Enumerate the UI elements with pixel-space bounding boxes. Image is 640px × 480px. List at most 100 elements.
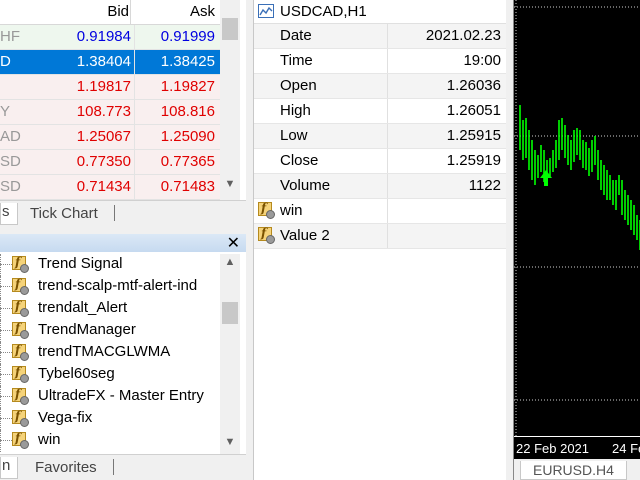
navigator-title-bar: ✕: [0, 234, 246, 252]
tree-line: [0, 430, 1, 452]
navigator-indicator-item[interactable]: f Trend Signal: [0, 254, 220, 276]
close-icon[interactable]: ✕: [227, 234, 240, 253]
data-window-row: Volume 1122: [254, 174, 506, 199]
time-axis-label: 22 Feb 2021: [516, 441, 590, 456]
indicator-name: trendalt_Alert: [38, 299, 128, 316]
data-window-row: High 1.26051: [254, 99, 506, 124]
ask-cell: 108.816: [160, 103, 215, 120]
column-divider: [387, 224, 388, 248]
ask-cell: 0.77365: [160, 153, 215, 170]
ask-column-header[interactable]: Ask: [135, 3, 215, 20]
navigator-indicator-item[interactable]: f win: [0, 430, 220, 452]
market-watch-row[interactable]: HF 0.91984 0.91999: [0, 25, 220, 50]
indicator-key: Value 2: [280, 227, 330, 244]
price-chart[interactable]: 22 Feb 2021 24 Fe EURUSD.H4: [513, 0, 640, 480]
indicator-icon: f: [12, 277, 30, 296]
navigator-scroll-thumb[interactable]: [222, 302, 238, 324]
data-key: Open: [280, 77, 317, 94]
market-watch-scrollbar[interactable]: ▼: [220, 0, 240, 200]
scroll-down-arrow-icon[interactable]: ▼: [220, 178, 240, 190]
navigator-indicator-item[interactable]: f trend-scalp-mtf-alert-ind: [0, 276, 220, 298]
ask-cell: 1.19827: [160, 78, 215, 95]
tree-branch: [0, 440, 12, 441]
navigator-indicator-item[interactable]: f trendalt_Alert: [0, 298, 220, 320]
data-window-row: Close 1.25919: [254, 149, 506, 174]
tree-line: [0, 342, 1, 364]
symbol-cell: D: [0, 53, 11, 70]
market-watch-row[interactable]: SD 0.77350 0.77365: [0, 150, 220, 175]
ask-cell: 0.91999: [160, 28, 215, 45]
tab-favorites[interactable]: Favorites: [35, 457, 97, 479]
bid-column-header[interactable]: Bid: [52, 0, 131, 25]
data-value: 2021.02.23: [425, 27, 501, 44]
market-watch-row[interactable]: Y 108.773 108.816: [0, 100, 220, 125]
tab-divider: [114, 205, 115, 221]
navigator-panel: ✕ f Trend Signal f trend-scalp-mtf-alert-in…: [0, 234, 246, 480]
bid-cell: 108.773: [76, 103, 131, 120]
time-axis: 22 Feb 2021 24 Fe: [514, 436, 640, 458]
tree-line: [0, 254, 1, 276]
navigator-indicator-item[interactable]: f TrendManager: [0, 320, 220, 342]
indicator-name: Tybel60seg: [38, 365, 115, 382]
data-window-indicator-row: f win: [254, 199, 506, 224]
data-key: Volume: [280, 177, 331, 194]
data-window-row: Time 19:00: [254, 49, 506, 74]
tree-branch: [0, 374, 12, 375]
tab-chart-eurusd[interactable]: EURUSD.H4: [520, 461, 627, 480]
data-key: High: [280, 102, 311, 119]
tree-line: [0, 364, 1, 386]
market-watch-row[interactable]: SD 0.71434 0.71483: [0, 175, 220, 200]
market-watch-scroll-thumb[interactable]: [222, 18, 238, 40]
tree-line: [0, 386, 1, 408]
indicator-name: UltradeFX - Master Entry: [38, 387, 204, 404]
navigator-indicator-item[interactable]: f UltradeFX - Master Entry: [0, 386, 220, 408]
tree-line: [0, 408, 1, 430]
market-watch-row[interactable]: D 1.38404 1.38425: [0, 50, 220, 75]
navigator-indicator-item[interactable]: f trendTMACGLWMA: [0, 342, 220, 364]
column-divider: [387, 24, 388, 48]
tab-symbols[interactable]: s: [0, 203, 18, 225]
tree-branch: [0, 330, 12, 331]
market-watch-row[interactable]: AD 1.25067 1.25090: [0, 125, 220, 150]
data-key: Low: [280, 127, 308, 144]
column-divider: [387, 199, 388, 223]
data-window-panel: USDCAD,H1 Date 2021.02.23 Time 19:00 Open 1.2…: [253, 0, 506, 480]
indicator-icon: f: [258, 226, 276, 245]
ask-cell: 1.38425: [160, 53, 215, 70]
market-watch-tabs: s Tick Chart: [0, 200, 246, 230]
navigator-indicator-item[interactable]: f Tybel60seg: [0, 364, 220, 386]
tree-branch: [0, 286, 12, 287]
tree-branch: [0, 396, 12, 397]
tree-line: [0, 298, 1, 320]
column-divider: [387, 74, 388, 98]
market-watch-row[interactable]: 1.19817 1.19827: [0, 75, 220, 100]
navigator-indicator-item[interactable]: f Vega-fix: [0, 408, 220, 430]
data-window-row: Low 1.25915: [254, 124, 506, 149]
chart-canvas[interactable]: [514, 0, 640, 436]
symbol-cell: HF: [0, 28, 20, 45]
indicator-name: Vega-fix: [38, 409, 93, 426]
indicator-name: TrendManager: [38, 321, 136, 338]
tree-branch: [0, 352, 12, 353]
scroll-down-arrow-icon[interactable]: ▼: [220, 436, 240, 448]
column-divider: [387, 149, 388, 173]
tree-line: [0, 276, 1, 298]
tab-tick-chart[interactable]: Tick Chart: [30, 203, 98, 225]
indicator-icon: f: [12, 365, 30, 384]
navigator-scrollbar[interactable]: ▲ ▼: [220, 254, 240, 454]
data-window-symbol: USDCAD,H1: [280, 3, 367, 20]
bid-cell: 1.25067: [76, 128, 131, 145]
bid-cell: 1.19817: [76, 78, 131, 95]
data-window-indicator-row: f Value 2: [254, 224, 506, 249]
time-axis-label: 24 Fe: [612, 441, 640, 456]
data-window-row: Open 1.26036: [254, 74, 506, 99]
bid-cell: 0.71434: [76, 178, 131, 195]
data-window-title: USDCAD,H1: [254, 0, 506, 24]
symbol-cell: AD: [0, 128, 21, 145]
data-value: 1.26036: [446, 77, 501, 94]
indicator-icon: f: [258, 201, 276, 220]
tree-branch: [0, 264, 12, 265]
indicator-name: trend-scalp-mtf-alert-ind: [38, 277, 198, 294]
tab-common[interactable]: n: [0, 457, 18, 479]
scroll-up-arrow-icon[interactable]: ▲: [220, 256, 240, 268]
